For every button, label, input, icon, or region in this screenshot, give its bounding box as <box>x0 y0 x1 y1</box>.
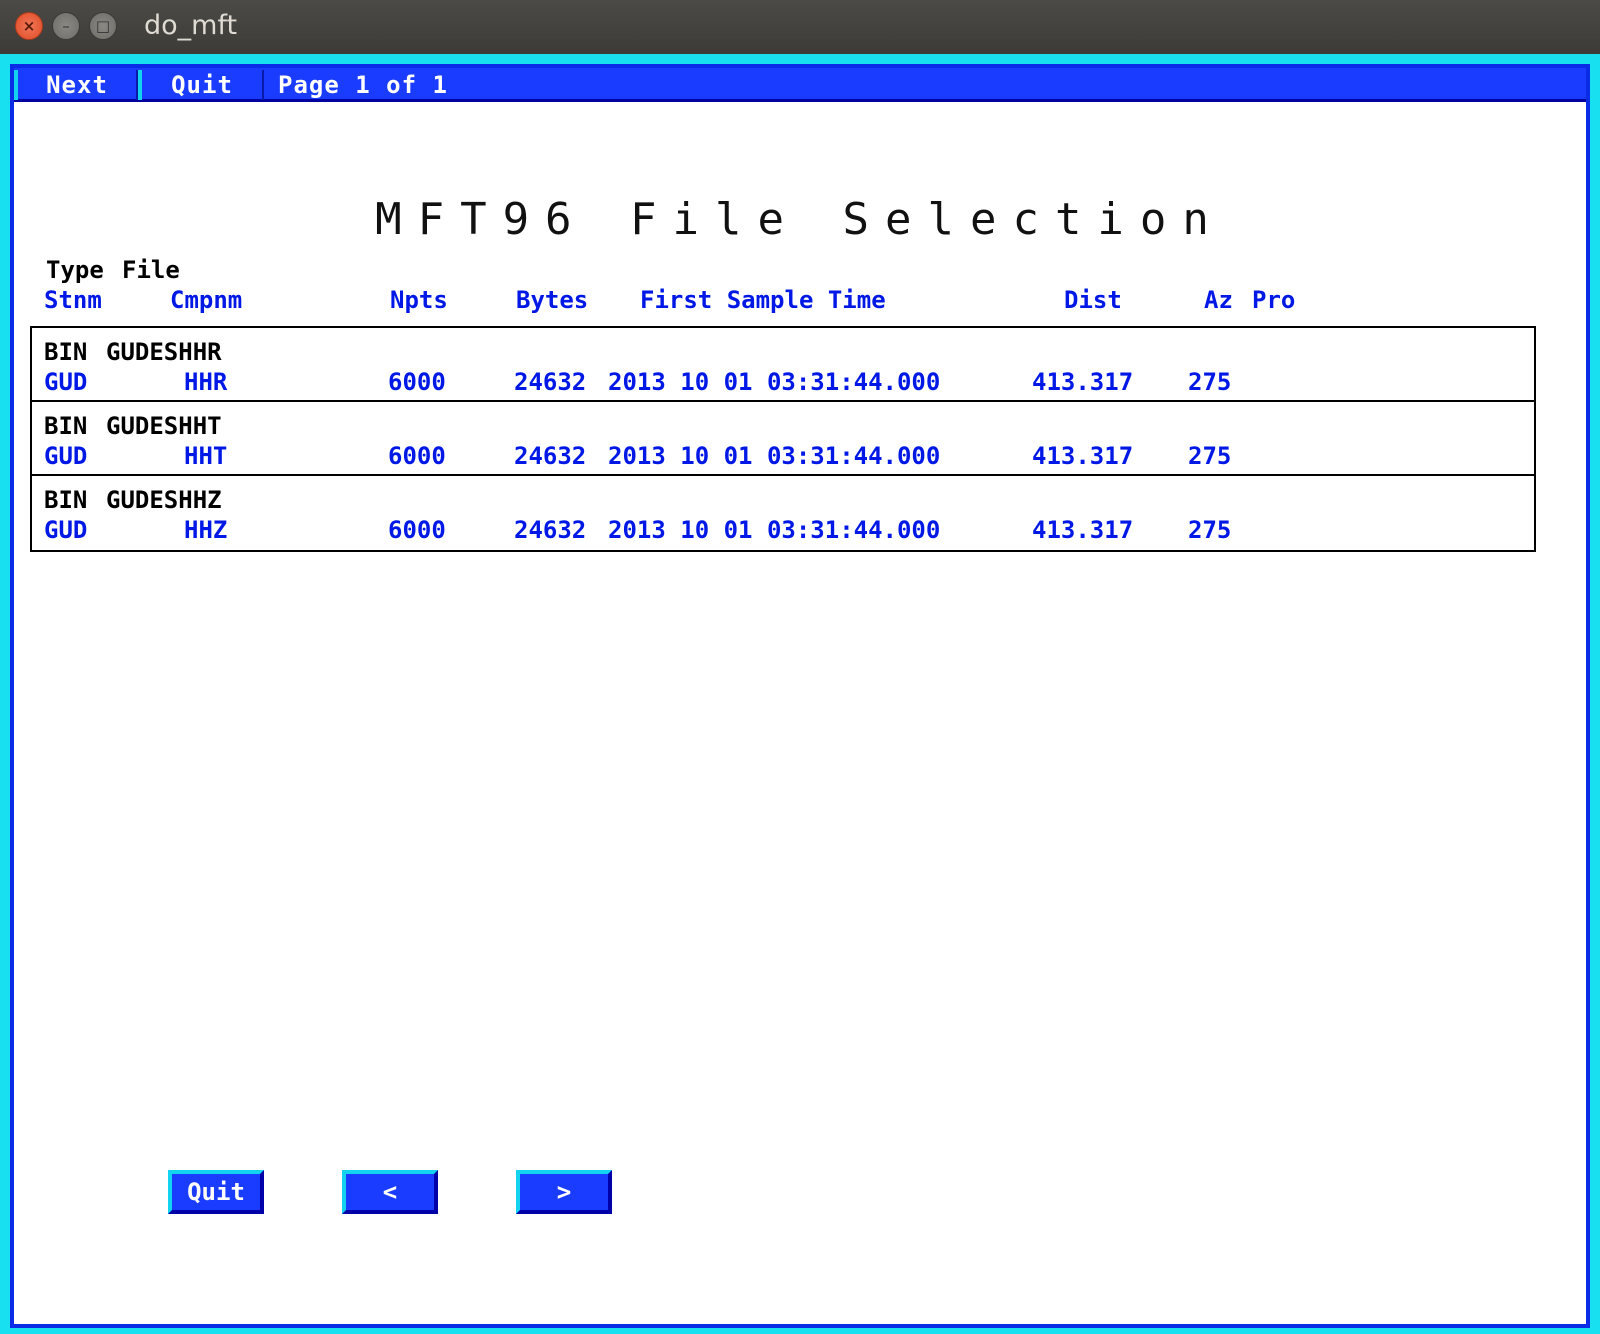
row-az: 275 <box>1188 516 1232 544</box>
row-bytes: 24632 <box>514 516 587 544</box>
row-type: BIN <box>44 486 88 514</box>
file-table: BIN GUDESHHR GUD HHR 6000 24632 2013 10 … <box>30 326 1536 552</box>
header-file: File <box>122 256 180 284</box>
row-az: 275 <box>1188 368 1232 396</box>
row-bytes: 24632 <box>514 368 587 396</box>
previous-page-button[interactable]: < <box>342 1170 438 1214</box>
row-dist: 413.317 <box>1032 516 1134 544</box>
row-file: GUDESHHZ <box>106 486 222 514</box>
row-stnm: GUD <box>44 442 88 470</box>
row-time: 2013 10 01 03:31:44.000 <box>608 516 941 544</box>
minimize-icon[interactable]: – <box>52 12 80 40</box>
header-dist: Dist <box>1064 286 1122 314</box>
row-cmpnm: HHZ <box>184 516 228 544</box>
close-icon[interactable]: × <box>15 12 43 40</box>
page-indicator: Page 1 of 1 <box>278 71 448 99</box>
row-stnm: GUD <box>44 516 88 544</box>
header-stnm: Stnm <box>44 286 102 314</box>
header-first-sample-time: First Sample Time <box>640 286 886 314</box>
row-cmpnm: HHR <box>184 368 228 396</box>
row-time: 2013 10 01 03:31:44.000 <box>608 442 941 470</box>
window-titlebar: × – □ do_mft <box>0 0 1600 54</box>
window-frame: Next Quit Page 1 of 1 MFT96 File Selecti… <box>0 54 1600 1334</box>
row-file: GUDESHHT <box>106 412 222 440</box>
header-pro: Pro <box>1252 286 1296 314</box>
maximize-icon[interactable]: □ <box>89 12 117 40</box>
table-row[interactable]: BIN GUDESHHZ GUD HHZ 6000 24632 2013 10 … <box>32 476 1534 550</box>
row-npts: 6000 <box>388 516 446 544</box>
row-npts: 6000 <box>388 442 446 470</box>
row-type: BIN <box>44 412 88 440</box>
row-type: BIN <box>44 338 88 366</box>
row-bytes: 24632 <box>514 442 587 470</box>
header-az: Az <box>1204 286 1233 314</box>
quit-button[interactable]: Quit <box>168 1170 264 1214</box>
header-cmpnm: Cmpnm <box>170 286 243 314</box>
header-bytes: Bytes <box>516 286 589 314</box>
row-dist: 413.317 <box>1032 442 1134 470</box>
row-stnm: GUD <box>44 368 88 396</box>
row-az: 275 <box>1188 442 1232 470</box>
row-cmpnm: HHT <box>184 442 228 470</box>
window-title: do_mft <box>144 10 238 41</box>
table-row[interactable]: BIN GUDESHHR GUD HHR 6000 24632 2013 10 … <box>32 328 1534 402</box>
main-canvas: Next Quit Page 1 of 1 MFT96 File Selecti… <box>14 68 1586 1324</box>
next-page-button[interactable]: > <box>516 1170 612 1214</box>
next-menu-button[interactable]: Next <box>14 70 138 100</box>
top-menu-bar: Next Quit Page 1 of 1 <box>14 68 1586 102</box>
page-title: MFT96 File Selection <box>375 194 1225 245</box>
table-row[interactable]: BIN GUDESHHT GUD HHT 6000 24632 2013 10 … <box>32 402 1534 476</box>
quit-menu-button[interactable]: Quit <box>138 70 264 100</box>
row-time: 2013 10 01 03:31:44.000 <box>608 368 941 396</box>
row-dist: 413.317 <box>1032 368 1134 396</box>
header-npts: Npts <box>390 286 448 314</box>
row-file: GUDESHHR <box>106 338 222 366</box>
row-npts: 6000 <box>388 368 446 396</box>
frame-inner: Next Quit Page 1 of 1 MFT96 File Selecti… <box>10 64 1590 1328</box>
header-type: Type <box>46 256 104 284</box>
